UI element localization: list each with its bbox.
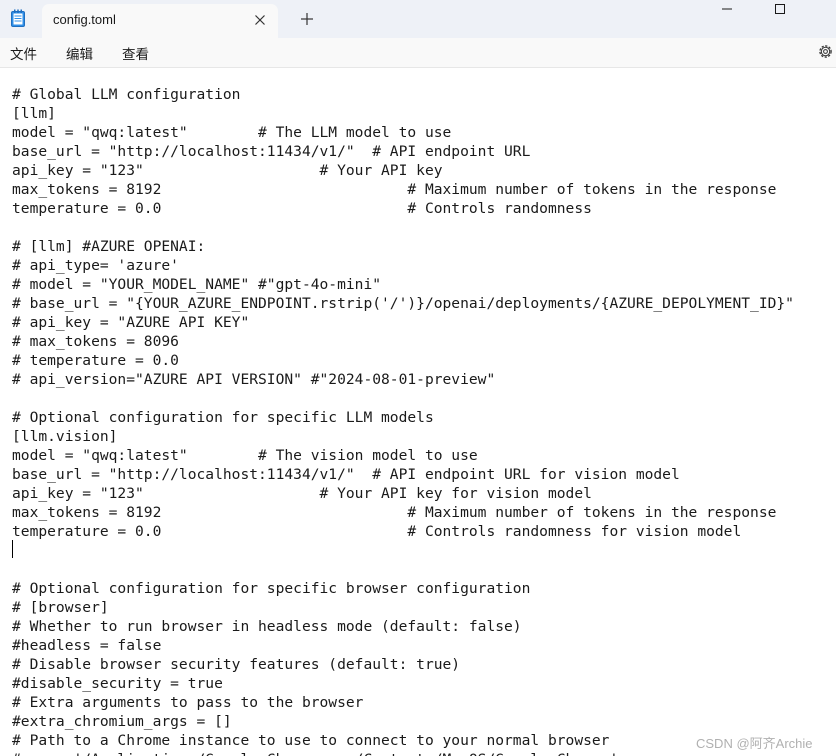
code-line: # Optional configuration for specific br… bbox=[12, 580, 531, 597]
code-line: # api_version="AZURE API VERSION" #"2024… bbox=[12, 371, 496, 388]
menu-view[interactable]: 查看 bbox=[122, 43, 149, 63]
close-icon bbox=[255, 15, 265, 25]
code-line: # api_key = "AZURE API KEY" bbox=[12, 314, 250, 331]
tab-title: config.toml bbox=[53, 12, 116, 27]
gear-icon bbox=[819, 45, 832, 58]
code-line: # Optional configuration for specific LL… bbox=[12, 409, 434, 426]
code-line: # model = "YOUR_MODEL_NAME" #"gpt-4o-min… bbox=[12, 276, 382, 293]
minimize-button[interactable] bbox=[704, 0, 750, 34]
plus-icon bbox=[301, 13, 313, 25]
code-line: model = "qwq:latest" # The vision model … bbox=[12, 447, 478, 464]
code-line: base_url = "http://localhost:11434/v1/" … bbox=[12, 466, 680, 483]
code-line: [llm.vision] bbox=[12, 428, 118, 445]
code-line: # max_tokens = 8096 bbox=[12, 333, 179, 350]
code-line: # api_type= 'azure' bbox=[12, 257, 179, 274]
code-line: # [llm] #AZURE OPENAI: bbox=[12, 238, 206, 255]
watermark: CSDN @阿齐Archie bbox=[696, 736, 813, 751]
menu-edit[interactable]: 编辑 bbox=[66, 43, 93, 63]
code-line: #extra_chromium_args = [] bbox=[12, 713, 232, 730]
code-line: api_key = "123" # Your API key bbox=[12, 162, 443, 179]
code-line: # temperature = 0.0 bbox=[12, 352, 179, 369]
code-line: #headless = false bbox=[12, 637, 162, 654]
close-tab-button[interactable] bbox=[250, 10, 270, 30]
code-line: # [browser] bbox=[12, 599, 109, 616]
notepad-window: config.toml 文件 编辑 查看 # Global LLM config… bbox=[0, 0, 836, 756]
maximize-icon bbox=[775, 4, 785, 14]
code-line: # e.g. '/Applications/Google Chrome.app/… bbox=[12, 750, 618, 756]
text-caret bbox=[12, 540, 13, 558]
menu-bar: 文件 编辑 查看 bbox=[0, 38, 836, 68]
tab-config-toml[interactable]: config.toml bbox=[42, 4, 278, 38]
code-line: temperature = 0.0 # Controls randomness bbox=[12, 200, 592, 217]
minimize-icon bbox=[722, 8, 732, 10]
code-line: # Extra arguments to pass to the browser bbox=[12, 694, 364, 711]
code-line: # Disable browser security features (def… bbox=[12, 656, 461, 673]
code-line: temperature = 0.0 # Controls randomness … bbox=[12, 523, 742, 540]
code-line: # Path to a Chrome instance to use to co… bbox=[12, 732, 610, 749]
code-line: max_tokens = 8192 # Maximum number of to… bbox=[12, 504, 777, 521]
code-line: # Whether to run browser in headless mod… bbox=[12, 618, 522, 635]
menu-file[interactable]: 文件 bbox=[10, 43, 37, 63]
notepad-icon bbox=[11, 9, 25, 27]
text-editor[interactable]: # Global LLM configuration [llm] model = "… bbox=[0, 68, 836, 756]
maximize-button[interactable] bbox=[757, 0, 803, 34]
code-line: max_tokens = 8192 # Maximum number of to… bbox=[12, 181, 777, 198]
code-line: model = "qwq:latest" # The LLM model to … bbox=[12, 124, 452, 141]
code-line: api_key = "123" # Your API key for visio… bbox=[12, 485, 592, 502]
code-line: [llm] bbox=[12, 105, 56, 122]
settings-button[interactable] bbox=[817, 43, 834, 60]
code-line: base_url = "http://localhost:11434/v1/" … bbox=[12, 143, 531, 160]
new-tab-button[interactable] bbox=[297, 9, 317, 29]
code-line: #disable_security = true bbox=[12, 675, 223, 692]
code-line: # base_url = "{YOUR_AZURE_ENDPOINT.rstri… bbox=[12, 295, 794, 312]
title-bar[interactable]: config.toml bbox=[0, 0, 836, 38]
code-line: # Global LLM configuration bbox=[12, 86, 241, 103]
